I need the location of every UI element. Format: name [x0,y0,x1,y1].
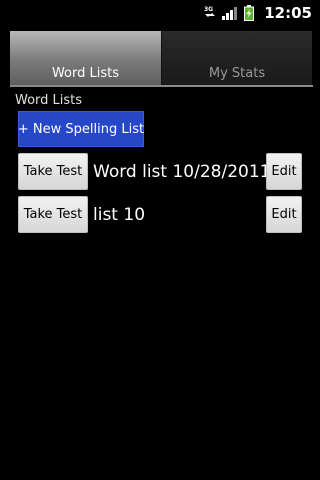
take-test-button[interactable]: Take Test [18,153,88,190]
signal-icon [222,6,238,20]
tab-underline [10,85,313,87]
list-item: Take Test list 10 Edit [18,196,303,233]
tab-word-lists[interactable]: Word Lists [10,31,161,85]
network-type-label: 3G [204,6,213,13]
tab-my-stats-label: My Stats [208,66,266,81]
tab-my-stats[interactable]: My Stats [161,31,312,85]
tab-bar: Word Lists My Stats [10,31,313,85]
battery-charging-icon [244,4,255,21]
edit-button[interactable]: Edit [266,196,302,233]
list-name[interactable]: Word list 10/28/2011 [93,153,270,190]
status-bar: 3G 12:05 [0,0,320,25]
network-3g-icon: 3G [204,6,216,17]
clock: 12:05 [264,3,312,22]
list-name[interactable]: list 10 [93,196,145,233]
list-item: Take Test Word list 10/28/2011 Edit [18,153,303,190]
new-spelling-list-button[interactable]: + New Spelling List [18,111,144,147]
edit-button[interactable]: Edit [266,153,302,190]
tab-word-lists-label: Word Lists [51,66,120,81]
section-label: Word Lists [15,93,83,108]
status-icons: 3G 12:05 [203,0,312,25]
take-test-button[interactable]: Take Test [18,196,88,233]
